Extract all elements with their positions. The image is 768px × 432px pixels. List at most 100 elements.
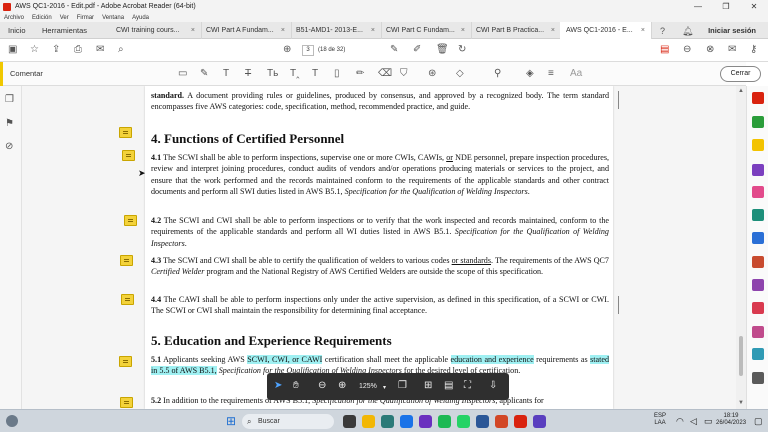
shapes-icon[interactable]: ◇ bbox=[456, 68, 464, 79]
menu-ayuda[interactable]: Ayuda bbox=[132, 15, 149, 21]
upload-icon[interactable]: ⇪ bbox=[52, 45, 60, 55]
bell-icon[interactable]: 🔔︎ bbox=[682, 26, 693, 36]
key-icon[interactable]: ⚷ bbox=[750, 45, 757, 55]
spotify-icon[interactable] bbox=[438, 415, 451, 428]
pages-icon[interactable]: ❐ bbox=[5, 94, 14, 105]
menu-firmar[interactable]: Firmar bbox=[77, 15, 94, 21]
fill-sign-tool-icon[interactable] bbox=[752, 256, 764, 268]
rotate-icon[interactable]: ↻ bbox=[458, 45, 466, 55]
weather-icon[interactable] bbox=[6, 415, 18, 427]
close-tab-icon[interactable]: × bbox=[281, 22, 285, 39]
mail-icon[interactable]: ✉ bbox=[96, 45, 104, 55]
zoom-in-icon[interactable]: ⊕ bbox=[338, 380, 346, 392]
link-icon[interactable]: ⊖ bbox=[683, 45, 691, 55]
tab-tools[interactable]: Herramientas bbox=[36, 22, 93, 39]
highlight-pen-icon[interactable]: ✎ bbox=[200, 68, 208, 79]
trash-icon[interactable]: 🗑︎ bbox=[436, 45, 449, 55]
highlight-annotation[interactable]: education and experience bbox=[450, 355, 534, 364]
fit-width-icon[interactable]: ⊞ bbox=[424, 380, 432, 392]
sticky-note-icon[interactable]: ▭ bbox=[178, 68, 187, 79]
eraser-icon[interactable]: ⌫ bbox=[378, 68, 392, 79]
read-mode-icon[interactable]: ⇩ bbox=[489, 380, 497, 392]
organize-pages-tool-icon[interactable] bbox=[752, 186, 764, 198]
clock[interactable]: 18:19 26/04/2023 bbox=[716, 413, 746, 427]
tab-doc-4[interactable]: CWI Part C Fundam... × bbox=[380, 22, 472, 39]
app-icon[interactable] bbox=[533, 415, 546, 428]
menu-archivo[interactable]: Archivo bbox=[4, 15, 24, 21]
wifi-icon[interactable]: ◠ bbox=[676, 416, 684, 427]
tab-doc-1[interactable]: CWI training cours... × bbox=[110, 22, 202, 39]
text-tool-icon[interactable]: T bbox=[223, 68, 229, 79]
taskbar-search[interactable]: ⌕ Buscar bbox=[242, 414, 334, 429]
notifications-icon[interactable]: ▢ bbox=[754, 416, 763, 427]
scroll-down-icon[interactable]: ▼ bbox=[738, 400, 744, 406]
comment-tool-icon[interactable] bbox=[752, 139, 764, 151]
fill-icon[interactable]: ◈ bbox=[526, 68, 534, 79]
print-icon[interactable]: ⎙ bbox=[74, 45, 82, 55]
text-box-frame-icon[interactable]: ▯ bbox=[334, 68, 340, 79]
sticky-note-annotation[interactable] bbox=[119, 356, 132, 367]
sticky-note-annotation[interactable] bbox=[119, 127, 132, 138]
pdf-export-icon[interactable]: ▤ bbox=[660, 45, 669, 55]
scroll-mode-icon[interactable]: ▤ bbox=[444, 380, 453, 392]
minimize-icon[interactable]: — bbox=[684, 0, 712, 13]
insert-text-icon[interactable]: T‸ bbox=[290, 68, 300, 79]
replace-text-icon[interactable]: Tь bbox=[267, 68, 278, 79]
powerpoint-icon[interactable] bbox=[495, 415, 508, 428]
line-weight-icon[interactable]: ≡ bbox=[548, 68, 554, 79]
tab-doc-3[interactable]: B51-AMD1- 2013-E... × bbox=[290, 22, 382, 39]
edit-pdf-icon[interactable]: ✐ bbox=[413, 45, 421, 55]
scroll-up-icon[interactable]: ▲ bbox=[738, 88, 744, 94]
task-view-icon[interactable] bbox=[343, 415, 356, 428]
tab-doc-5[interactable]: CWI Part B Practica... × bbox=[470, 22, 562, 39]
word-icon[interactable] bbox=[476, 415, 489, 428]
save-icon[interactable]: ▣ bbox=[8, 45, 17, 55]
search-icon[interactable]: ⌕ bbox=[118, 45, 124, 55]
edit-pdf-tool-icon[interactable] bbox=[752, 116, 764, 128]
pencil-icon[interactable]: ✏ bbox=[356, 68, 364, 79]
star-icon[interactable]: ☆ bbox=[30, 45, 39, 55]
bookmark-icon[interactable]: ⚑ bbox=[5, 118, 14, 129]
full-screen-icon[interactable]: ⛶ bbox=[464, 380, 471, 392]
page-number-input[interactable]: 3 bbox=[302, 45, 314, 56]
close-comment-button[interactable]: Cerrar bbox=[720, 66, 761, 82]
combine-files-tool-icon[interactable] bbox=[752, 164, 764, 176]
close-tab-icon[interactable]: × bbox=[371, 22, 375, 39]
help-icon[interactable]: ? bbox=[660, 26, 665, 36]
page-fit-icon[interactable]: ❐ bbox=[398, 380, 407, 392]
more-tools-icon[interactable] bbox=[752, 372, 764, 384]
font-size-icon[interactable]: Aa bbox=[570, 68, 582, 79]
tab-doc-active[interactable]: AWS QC1-2016 - E... × bbox=[560, 22, 652, 40]
sign-in-link[interactable]: Iniciar sesión bbox=[708, 22, 756, 39]
highlight-annotation[interactable]: SCWI, CWI, or CAWI bbox=[247, 355, 323, 364]
pin-icon[interactable]: ⚲ bbox=[494, 68, 501, 79]
vertical-scrollbar[interactable]: ▲ ▼ bbox=[736, 86, 746, 409]
chrome-icon[interactable] bbox=[381, 415, 394, 428]
protect-tool-icon[interactable] bbox=[752, 232, 764, 244]
sticky-note-annotation[interactable] bbox=[120, 255, 133, 266]
windows-start-icon[interactable]: ⊞ bbox=[226, 414, 236, 428]
hand-tool-icon[interactable]: ✋︎ bbox=[293, 380, 299, 392]
acrobat-taskbar-icon[interactable] bbox=[514, 415, 527, 428]
close-tab-icon[interactable]: × bbox=[461, 22, 465, 39]
request-signature-tool-icon[interactable] bbox=[752, 279, 764, 291]
stamp-icon[interactable]: ⛉ bbox=[400, 68, 408, 79]
strikethrough-icon[interactable]: T bbox=[245, 68, 251, 79]
sticky-note-annotation[interactable] bbox=[124, 215, 137, 226]
fill-sign-icon[interactable]: ✎ bbox=[390, 45, 398, 55]
edge-icon[interactable] bbox=[400, 415, 413, 428]
volume-icon[interactable]: ◁ bbox=[690, 416, 697, 427]
whatsapp-icon[interactable] bbox=[457, 415, 470, 428]
export-pdf-tool-icon[interactable] bbox=[752, 92, 764, 104]
email-share-icon[interactable]: ✉ bbox=[728, 45, 736, 55]
sticky-note-annotation[interactable] bbox=[120, 397, 133, 408]
page-up-icon[interactable]: ⊕ bbox=[283, 45, 291, 55]
attach-icon[interactable]: ⊛ bbox=[428, 68, 436, 79]
maximize-icon[interactable]: ❐ bbox=[712, 0, 740, 13]
close-tab-icon[interactable]: × bbox=[641, 22, 645, 39]
file-explorer-icon[interactable] bbox=[362, 415, 375, 428]
prepare-form-tool-icon[interactable] bbox=[752, 326, 764, 338]
scan-ocr-tool-icon[interactable] bbox=[752, 209, 764, 221]
close-window-icon[interactable]: ✕ bbox=[740, 0, 768, 13]
sticky-note-annotation[interactable] bbox=[122, 150, 135, 161]
